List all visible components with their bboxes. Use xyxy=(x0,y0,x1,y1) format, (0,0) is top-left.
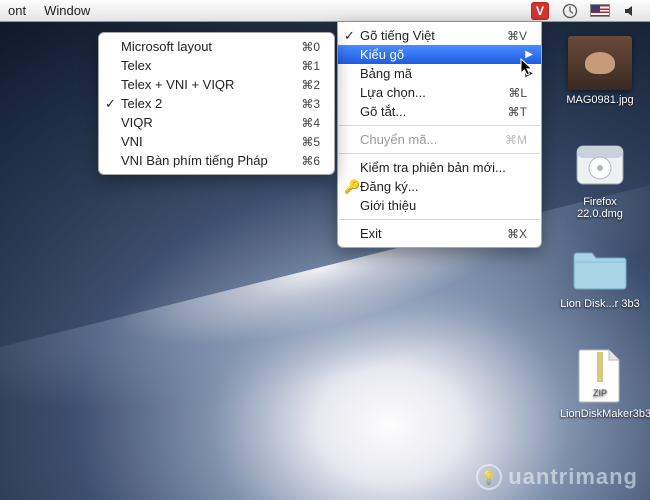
menu-item-exit[interactable]: Exit ⌘X xyxy=(338,224,541,243)
desktop-icon-label: Firefox 22.0.dmg xyxy=(560,196,640,220)
volume-icon[interactable] xyxy=(620,3,640,19)
submenu-item[interactable]: Telex ⌘1 xyxy=(99,56,334,75)
folder-icon xyxy=(570,246,630,292)
desktop-icon-zip[interactable]: ZIP LionDiskMaker3b3.zip xyxy=(560,348,640,420)
submenu-item[interactable]: Microsoft layout ⌘0 xyxy=(99,37,334,56)
desktop-icon-label: LionDiskMaker3b3.zip xyxy=(560,408,640,420)
check-icon: ✓ xyxy=(105,96,116,112)
desktop-icon-folder[interactable]: Lion Disk...r 3b3 xyxy=(560,246,640,310)
check-icon: ✓ xyxy=(344,28,355,44)
submenu-item[interactable]: VNI ⌘5 xyxy=(99,132,334,151)
menu-item-lua-chon[interactable]: Lựa chọn... ⌘L xyxy=(338,83,541,102)
us-flag-icon xyxy=(590,4,610,17)
submenu-item[interactable]: VNI Bàn phím tiếng Pháp ⌘6 xyxy=(99,151,334,170)
lightbulb-icon: 💡 xyxy=(476,464,502,490)
menu-item-dang-ky[interactable]: 🔑 Đăng ký... xyxy=(338,177,541,196)
key-icon: 🔑 xyxy=(344,179,360,195)
desktop-icon-label: Lion Disk...r 3b3 xyxy=(560,298,640,310)
menu-item-gioi-thieu[interactable]: Giới thiệu xyxy=(338,196,541,215)
app-menu: ✓ Gõ tiếng Việt ⌘V Kiểu gõ ▶ Bảng mã ▶ L… xyxy=(337,22,542,248)
menubar-item[interactable]: Window xyxy=(44,3,90,18)
v-icon: V xyxy=(531,2,549,20)
svg-text:ZIP: ZIP xyxy=(593,388,607,398)
submenu-kieu-go: Microsoft layout ⌘0 Telex ⌘1 Telex + VNI… xyxy=(98,32,335,175)
menu-item-kieu-go[interactable]: Kiểu gõ ▶ xyxy=(338,45,541,64)
menu-item-go-tieng-viet[interactable]: ✓ Gõ tiếng Việt ⌘V xyxy=(338,26,541,45)
timemachine-icon[interactable] xyxy=(560,3,580,19)
menu-item-chuyen-ma: Chuyển mã... ⌘M xyxy=(338,130,541,149)
menu-item-bang-ma[interactable]: Bảng mã ▶ xyxy=(338,64,541,83)
chevron-right-icon: ▶ xyxy=(525,49,533,60)
watermark-text: uantrimang xyxy=(508,464,638,490)
menu-item-go-tat[interactable]: Gõ tắt... ⌘T xyxy=(338,102,541,121)
image-thumb-icon xyxy=(568,36,632,90)
menubar: ont Window V xyxy=(0,0,650,22)
desktop-icon-dmg[interactable]: Firefox 22.0.dmg xyxy=(560,138,640,220)
submenu-item[interactable]: Telex + VNI + VIQR ⌘2 xyxy=(99,75,334,94)
desktop-icon-label: MAG0981.jpg xyxy=(560,94,640,106)
input-source-flag[interactable] xyxy=(590,3,610,19)
dmg-icon xyxy=(573,138,627,192)
submenu-item[interactable]: VIQR ⌘4 xyxy=(99,113,334,132)
menubar-item[interactable]: ont xyxy=(8,3,26,18)
watermark: 💡 uantrimang xyxy=(476,464,638,490)
wallpaper-galaxy xyxy=(0,146,650,500)
menu-separator xyxy=(339,219,540,220)
menu-item-kiem-tra[interactable]: Kiểm tra phiên bản mới... xyxy=(338,158,541,177)
submenu-item[interactable]: ✓ Telex 2 ⌘3 xyxy=(99,94,334,113)
desktop-icon-photo[interactable]: MAG0981.jpg xyxy=(560,36,640,106)
zip-icon: ZIP xyxy=(577,348,623,404)
app-status-icon[interactable]: V xyxy=(530,3,550,19)
chevron-right-icon: ▶ xyxy=(525,68,533,79)
menu-separator xyxy=(339,125,540,126)
menu-separator xyxy=(339,153,540,154)
